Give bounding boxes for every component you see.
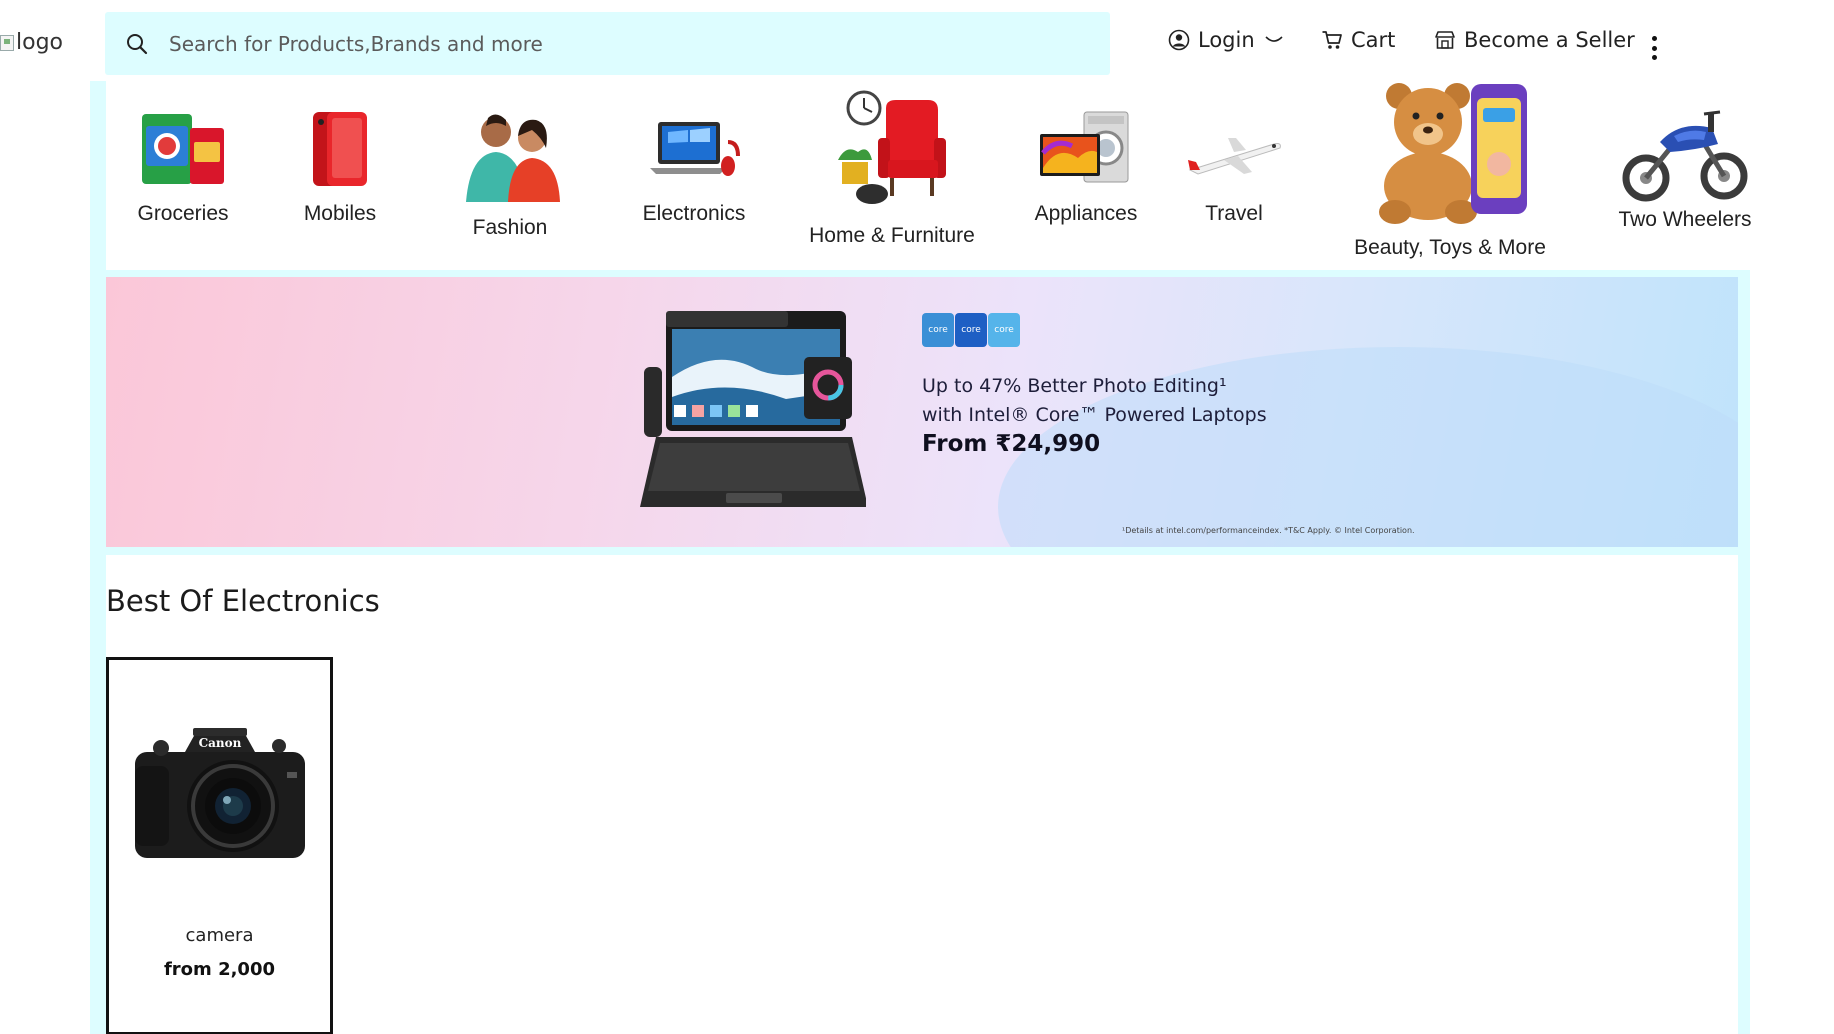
become-seller-button[interactable]: Become a Seller [1434,28,1635,52]
motorcycle-icon [1610,106,1760,206]
product-price: from 2,000 [163,959,276,980]
category-groceries[interactable]: Groceries [128,108,238,226]
airplane-icon [1184,108,1284,192]
category-label: Electronics [642,202,746,225]
banner-price: From ₹24,990 [922,431,1101,457]
camera-product-image: Canon [127,722,313,866]
mobile-phone-icon [295,108,385,192]
search-bar [105,12,1110,75]
banner-laptop-image [636,307,868,531]
core-badge: core [922,313,954,347]
teddy-bear-icon [1350,78,1550,230]
section-title: Best Of Electronics [106,584,380,618]
category-label: Groceries [137,202,229,225]
category-appliances[interactable]: Appliances [1026,108,1146,226]
user-circle-icon [1168,29,1190,51]
cart-icon [1321,29,1343,51]
core-badge: core [988,313,1020,347]
seller-label: Become a Seller [1464,28,1635,52]
store-icon [1434,29,1456,51]
best-of-electronics-section [106,555,1738,1034]
armchair-icon [806,90,978,214]
cart-button[interactable]: Cart [1321,28,1395,52]
banner-fineprint: ¹Details at intel.com/performanceindex. … [1122,526,1415,535]
category-label: Fashion [472,216,548,239]
canon-logo-text: Canon [199,736,242,750]
banner-headline-1: Up to 47% Better Photo Editing¹ [922,375,1227,397]
promo-banner[interactable]: core core core Up to 47% Better Photo Ed… [106,277,1738,547]
category-label: Beauty, Toys & More [1354,236,1546,259]
category-label: Appliances [1034,202,1138,225]
more-options-icon[interactable] [1648,36,1660,60]
category-home-furniture[interactable]: Home & Furniture [806,90,978,248]
category-label: Travel [1205,202,1263,225]
cart-label: Cart [1351,28,1396,52]
login-button[interactable]: Login [1168,28,1283,52]
category-two-wheelers[interactable]: Two Wheelers [1610,106,1760,232]
category-beauty-toys[interactable]: Beauty, Toys & More [1350,78,1550,260]
product-card[interactable]: Canon camera from 2,000 [106,657,333,1034]
category-travel[interactable]: Travel [1184,108,1284,226]
logo[interactable]: logo [0,30,63,55]
banner-headline-2: with Intel® Core™ Powered Laptops [922,404,1267,426]
category-mobiles[interactable]: Mobiles [295,108,385,226]
appliances-icon [1026,108,1146,192]
search-icon[interactable] [117,24,157,64]
product-name: camera [185,925,254,946]
category-electronics[interactable]: Electronics [634,108,754,226]
laptop-icon [634,108,754,192]
category-label: Home & Furniture [809,224,975,247]
logo-alt-text: logo [16,30,63,55]
fashion-icon [460,108,560,206]
category-fashion[interactable]: Fashion [460,108,560,240]
search-input[interactable] [169,31,1069,56]
groceries-icon [128,108,238,192]
broken-image-icon [0,34,14,51]
core-badge: core [955,313,987,347]
category-label: Two Wheelers [1618,208,1752,231]
login-label: Login [1198,28,1255,52]
category-label: Mobiles [303,202,377,225]
chevron-down-icon [1265,35,1283,45]
intel-core-badges: core core core [922,313,1021,347]
